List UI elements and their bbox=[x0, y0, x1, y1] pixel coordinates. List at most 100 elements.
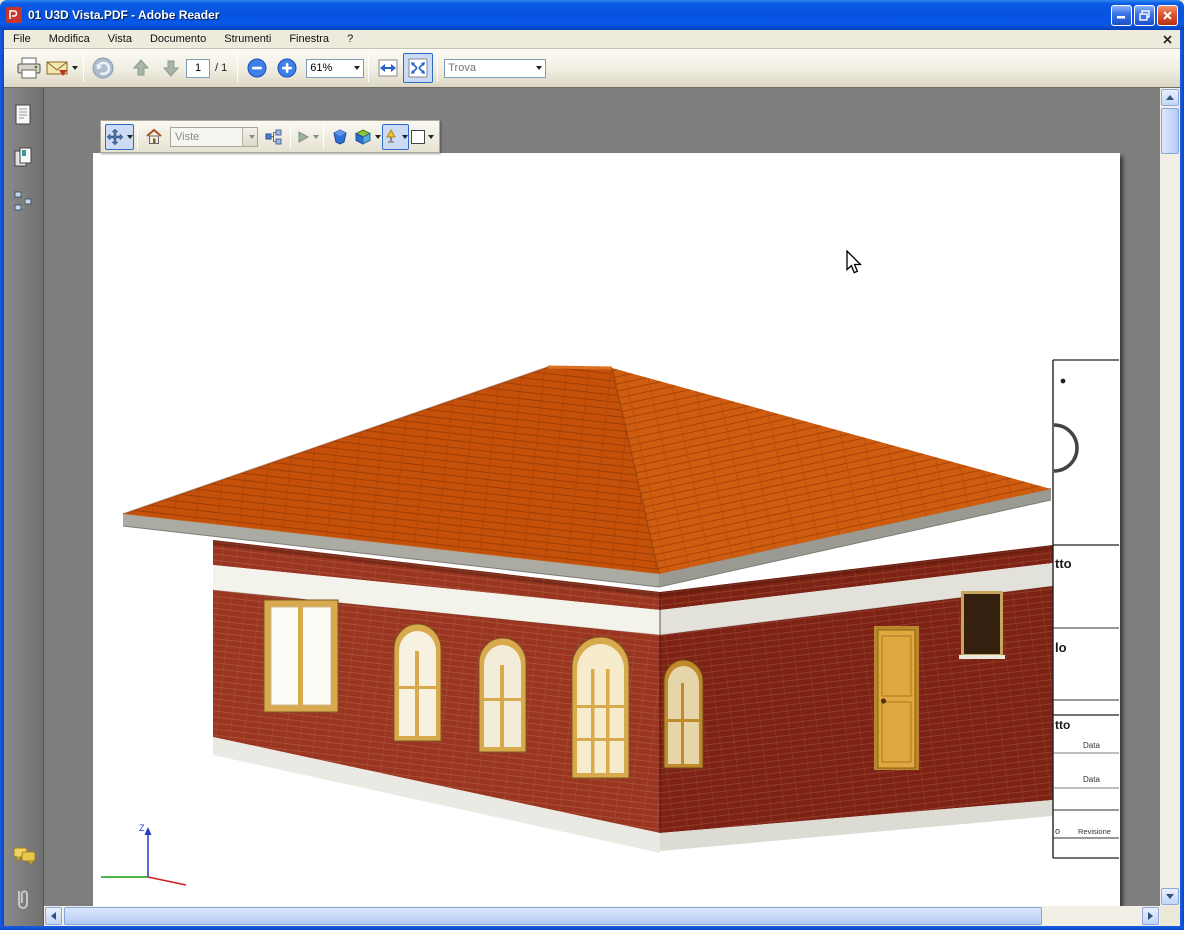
model-color-button[interactable] bbox=[353, 124, 382, 150]
chevron-down-icon[interactable] bbox=[242, 128, 257, 146]
close-document-button[interactable] bbox=[1163, 35, 1172, 44]
arch-window-1 bbox=[394, 624, 441, 741]
menubar: File Modifica Vista Documento Strumenti … bbox=[4, 30, 1180, 49]
chevron-down-icon bbox=[375, 135, 381, 139]
bookmarks-panel-button[interactable] bbox=[13, 146, 33, 175]
vertical-scroll-thumb[interactable] bbox=[1161, 108, 1179, 154]
play-icon bbox=[296, 130, 310, 144]
arch-window-3 bbox=[664, 660, 703, 768]
model-tree-button[interactable] bbox=[261, 124, 287, 150]
arch-window-2 bbox=[479, 638, 526, 752]
horizontal-scroll-thumb[interactable] bbox=[64, 907, 1042, 925]
comments-icon bbox=[13, 846, 36, 867]
toolbar-separator bbox=[83, 54, 84, 82]
print-icon bbox=[16, 56, 42, 80]
menu-documento[interactable]: Documento bbox=[141, 31, 215, 47]
attachments-panel-button[interactable] bbox=[13, 888, 33, 919]
toolbar-separator bbox=[290, 125, 291, 149]
vertical-scrollbar[interactable] bbox=[1160, 88, 1180, 906]
menu-finestra[interactable]: Finestra bbox=[280, 31, 338, 47]
fit-width-button[interactable] bbox=[373, 53, 403, 83]
fit-width-icon bbox=[376, 57, 400, 79]
paperclip-icon bbox=[13, 888, 33, 914]
restore-button[interactable] bbox=[1134, 5, 1155, 26]
3d-toolbar: Viste bbox=[100, 120, 440, 153]
entry-door bbox=[874, 626, 919, 770]
pdf-page: Z bbox=[93, 153, 1120, 906]
titleblock-revisione-label: Revisione bbox=[1078, 827, 1111, 836]
default-view-button[interactable] bbox=[141, 124, 167, 150]
arrow-down-icon bbox=[160, 57, 182, 79]
pages-panel-button[interactable] bbox=[13, 103, 33, 132]
menu-strumenti[interactable]: Strumenti bbox=[215, 31, 280, 47]
chevron-down-icon bbox=[354, 66, 360, 70]
comments-panel-button[interactable] bbox=[13, 846, 36, 872]
lighting-button[interactable] bbox=[382, 124, 409, 150]
find-input[interactable] bbox=[448, 62, 526, 74]
zoom-level-value: 61% bbox=[310, 62, 332, 74]
navigation-panel-strip bbox=[4, 88, 44, 926]
views-dropdown[interactable]: Viste bbox=[170, 127, 258, 147]
dark-window bbox=[959, 591, 1005, 659]
pages-icon bbox=[13, 103, 33, 127]
menu-vista[interactable]: Vista bbox=[99, 31, 141, 47]
find-box[interactable] bbox=[444, 59, 546, 78]
titleblock-fragment: tto bbox=[1055, 718, 1070, 732]
views-value: Viste bbox=[171, 131, 242, 143]
app-icon bbox=[6, 7, 22, 23]
scroll-up-button[interactable] bbox=[1161, 89, 1179, 106]
chevron-down-icon bbox=[402, 135, 408, 139]
toolbar-separator bbox=[323, 125, 324, 149]
background-color-button[interactable] bbox=[409, 124, 435, 150]
document-area[interactable]: Z bbox=[44, 88, 1160, 906]
window-border-bottom bbox=[0, 926, 1184, 930]
chevron-down-icon bbox=[313, 135, 319, 139]
fit-page-button[interactable] bbox=[403, 53, 433, 83]
restore-icon bbox=[1139, 10, 1151, 21]
zoom-in-button[interactable] bbox=[272, 53, 302, 83]
menu-modifica[interactable]: Modifica bbox=[40, 31, 99, 47]
titleblock-data-label: Data bbox=[1083, 741, 1100, 750]
home-icon bbox=[145, 128, 163, 145]
zoom-out-icon bbox=[246, 57, 268, 79]
render-mode-button[interactable] bbox=[327, 124, 353, 150]
3d-model-annotation[interactable]: Z bbox=[93, 153, 1120, 906]
chevron-down-icon bbox=[428, 135, 434, 139]
lamp-icon bbox=[383, 129, 399, 145]
scroll-left-button[interactable] bbox=[45, 907, 62, 925]
menu-help[interactable]: ? bbox=[338, 31, 362, 47]
horizontal-scrollbar[interactable] bbox=[44, 906, 1160, 926]
chevron-down-icon bbox=[536, 66, 542, 70]
window-title: 01 U3D Vista.PDF - Adobe Reader bbox=[28, 8, 1109, 22]
adobe-reader-window: 01 U3D Vista.PDF - Adobe Reader File Mod… bbox=[0, 0, 1184, 930]
titleblock-data-label: Data bbox=[1083, 775, 1100, 784]
page-number-input[interactable] bbox=[186, 59, 210, 78]
window-border-right bbox=[1180, 30, 1184, 930]
toolbar-separator bbox=[237, 54, 238, 82]
scroll-right-button[interactable] bbox=[1142, 907, 1159, 925]
walls bbox=[213, 540, 1053, 853]
toolbar-separator bbox=[137, 125, 138, 149]
render-mode-icon bbox=[332, 129, 348, 145]
send-email-icon bbox=[45, 57, 69, 79]
rotate-tool-button[interactable] bbox=[105, 124, 134, 150]
menu-file[interactable]: File bbox=[4, 31, 40, 47]
titleblock-fragment: tto bbox=[1055, 556, 1072, 571]
chevron-down-icon bbox=[72, 66, 78, 70]
rotate-icon bbox=[106, 128, 124, 146]
toolbar: / 1 61% bbox=[4, 49, 1180, 88]
house-model[interactable]: Z bbox=[101, 367, 1053, 885]
layers-panel-button[interactable] bbox=[13, 189, 33, 218]
print-button[interactable] bbox=[14, 53, 44, 83]
next-page-button[interactable] bbox=[156, 53, 186, 83]
close-button[interactable] bbox=[1157, 5, 1178, 26]
send-button[interactable] bbox=[44, 53, 79, 83]
play-animation-button[interactable] bbox=[294, 124, 320, 150]
zoom-out-button[interactable] bbox=[242, 53, 272, 83]
page-count-label: / 1 bbox=[215, 62, 227, 74]
previous-view-button[interactable] bbox=[88, 53, 118, 83]
minimize-button[interactable] bbox=[1111, 5, 1132, 26]
scroll-down-button[interactable] bbox=[1161, 888, 1179, 905]
zoom-level-select[interactable]: 61% bbox=[306, 59, 364, 78]
previous-page-button[interactable] bbox=[126, 53, 156, 83]
